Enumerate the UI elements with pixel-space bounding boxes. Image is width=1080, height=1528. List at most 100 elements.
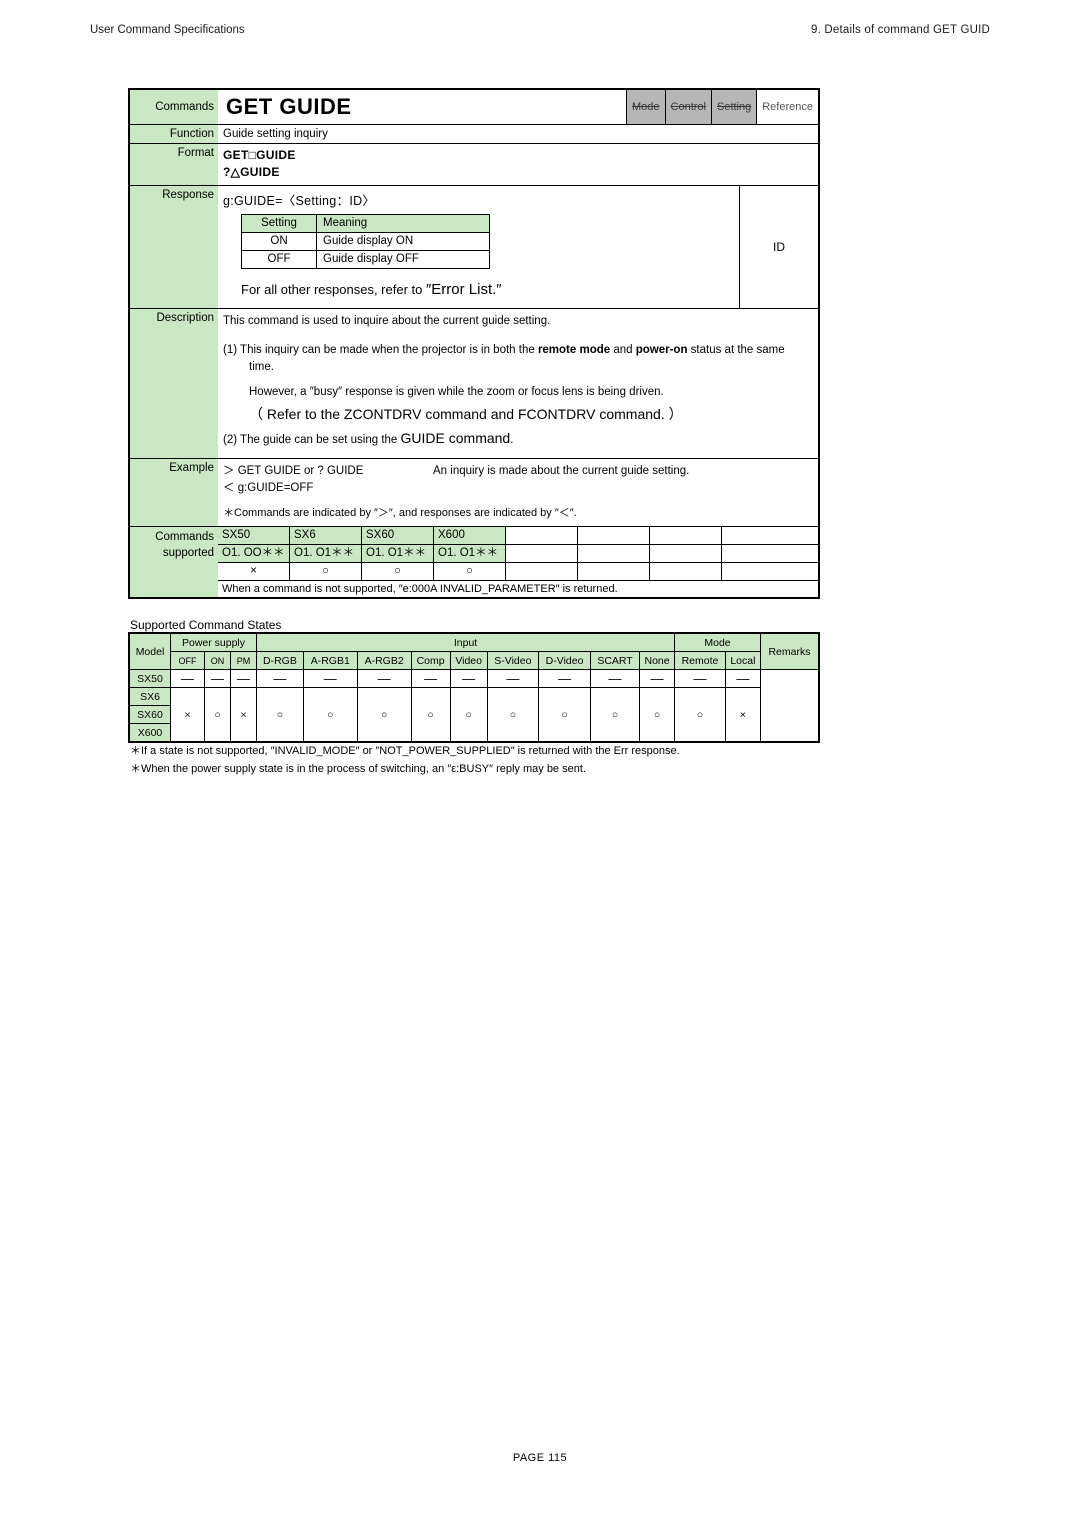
- states-cell: ○: [204, 687, 232, 743]
- col-meaning: Meaning: [316, 213, 490, 233]
- description-busy-note: However, a ″busy″ response is given whil…: [249, 386, 664, 399]
- states-row-model-sx50: SX50: [128, 669, 171, 688]
- states-col-mode: Mode: [674, 632, 761, 652]
- table-row: ON Guide display ON: [241, 231, 490, 251]
- states-cell: —: [724, 669, 761, 688]
- label-example: Example: [130, 458, 218, 526]
- states-col-model: Model: [128, 632, 171, 670]
- supported-blank-4: [722, 527, 794, 544]
- supported-blank-12: [722, 563, 794, 580]
- states-cell: ×: [230, 687, 258, 743]
- states-col-s-video: S-Video: [486, 651, 540, 670]
- states-cell: ○: [638, 687, 676, 743]
- states-col-power-pm: PM: [230, 651, 258, 670]
- states-cell: —: [230, 669, 258, 688]
- response-main: g:GUIDE=〈Setting：ID〉 Setting Meaning ON …: [218, 186, 739, 308]
- states-row-model-sx6: SX6: [128, 687, 171, 706]
- supported-model-sx60: SX60: [362, 526, 434, 544]
- states-cell: —: [169, 669, 206, 688]
- supported-model-x600: X600: [434, 526, 506, 544]
- meaning-off: Guide display OFF: [316, 249, 490, 269]
- states-note-2: ＊When the power supply state is in the p…: [130, 763, 586, 775]
- states-cell: —: [638, 669, 676, 688]
- response-syntax: g:GUIDE=〈Setting：ID〉: [223, 193, 376, 208]
- desc-item1-pre: (1) This inquiry can be made when the pr…: [223, 343, 538, 356]
- response-row: Response g:GUIDE=〈Setting：ID〉 Setting Me…: [130, 185, 818, 309]
- tag-setting: Setting: [710, 90, 757, 124]
- states-cell: ○: [256, 687, 304, 743]
- example-send-row: ＞ GET GUIDE or ? GUIDE An inquiry is mad…: [223, 463, 812, 480]
- label-commands-supported-line1: Commands: [155, 530, 214, 543]
- example-note: ＊Commands are indicated by ″＞″, and resp…: [223, 507, 577, 520]
- description-reference-note: （ Refer to the ZCONTDRV command and FCON…: [249, 406, 683, 423]
- desc-item1-mid: and: [610, 343, 636, 356]
- supported-versions-row: O1. OO＊＊ O1. O1＊＊ O1. O1＊＊ O1. O1＊＊: [218, 544, 818, 563]
- setting-on: ON: [241, 231, 317, 251]
- desc-item2-command: GUIDE command: [400, 429, 511, 446]
- states-col-d-video: D-Video: [538, 651, 592, 670]
- supported-states-table: Model Power supply Input Mode Remarks OF…: [128, 632, 820, 743]
- states-col-power-supply: Power supply: [169, 632, 258, 652]
- states-col-scart: SCART: [590, 651, 640, 670]
- label-response: Response: [130, 185, 218, 308]
- command-title: GET GUIDE: [226, 94, 352, 119]
- error-list-ref: ″Error List.″: [425, 280, 502, 298]
- states-cell: —: [538, 669, 592, 688]
- states-col-remarks: Remarks: [759, 632, 820, 670]
- supported-marks-row: × ○ ○ ○: [218, 562, 818, 581]
- setting-off: OFF: [241, 249, 317, 269]
- supported-blank-5: [506, 544, 578, 562]
- command-sheet-table: Commands GET GUIDE Mode Control Setting …: [128, 88, 820, 599]
- example-send: ＞ GET GUIDE or ? GUIDE: [223, 464, 364, 477]
- table-row: SX6 × ○ × ○ ○ ○ ○ ○ ○ ○ ○ ○ ○ ×: [128, 687, 819, 743]
- supported-blank-1: [506, 526, 578, 544]
- table-row: OFF Guide display OFF: [241, 249, 490, 269]
- tag-control: Control: [664, 90, 711, 124]
- states-cell: —: [410, 669, 451, 688]
- label-commands: Commands: [130, 90, 218, 124]
- response-wrap: g:GUIDE=〈Setting：ID〉 Setting Meaning ON …: [218, 185, 818, 308]
- states-col-power-off: OFF: [169, 651, 206, 670]
- description-line-1: This command is used to inquire about th…: [223, 314, 551, 327]
- label-format: Format: [130, 144, 218, 185]
- example-receive: ＜ g:GUIDE=OFF: [223, 481, 314, 494]
- supported-version-sx50: O1. OO＊＊: [218, 544, 290, 562]
- tag-group: Mode Control Setting Reference: [625, 90, 818, 124]
- states-cell: —: [674, 669, 726, 688]
- supported-blank-2: [578, 526, 650, 544]
- states-col-a-rgb2: A-RGB2: [356, 651, 412, 670]
- states-sub-header-row: OFF ON PM D-RGB A-RGB1 A-RGB2 Comp Video…: [129, 651, 819, 670]
- document-page: User Command Specifications 9. Details o…: [0, 0, 1080, 1528]
- col-setting: Setting: [241, 213, 317, 233]
- states-cell: ×: [724, 687, 761, 743]
- states-cell: ○: [410, 687, 451, 743]
- example-row: Example ＞ GET GUIDE or ? GUIDE An inquir…: [130, 458, 818, 527]
- title-row: Commands GET GUIDE Mode Control Setting …: [130, 90, 818, 125]
- desc-item1-bold-poweron: power-on: [635, 343, 688, 356]
- states-cell: —: [356, 669, 412, 688]
- desc-item2-pre: (2) The guide can be set using the: [223, 433, 401, 446]
- format-cell: GET□GUIDE ?△GUIDE: [218, 144, 818, 185]
- states-group-header-row: Model Power supply Input Mode Remarks: [128, 632, 820, 670]
- states-cell: —: [256, 669, 304, 688]
- supported-mark-x600: ○: [434, 562, 506, 580]
- function-row: Function Guide setting inquiry: [130, 125, 818, 144]
- supported-note-row: When a command is not supported, ″e:000A…: [218, 581, 818, 597]
- states-cell: ○: [538, 687, 592, 743]
- supported-version-sx6: O1. O1＊＊: [290, 544, 362, 562]
- header-left-text: User Command Specifications: [90, 24, 245, 36]
- states-col-remote: Remote: [674, 651, 726, 670]
- states-col-power-on: ON: [204, 651, 232, 670]
- format-row: Format GET□GUIDE ?△GUIDE: [130, 144, 818, 186]
- supported-model-sx6: SX6: [290, 526, 362, 544]
- description-item-1: (1) This inquiry can be made when the pr…: [223, 342, 810, 378]
- states-cell: —: [449, 669, 488, 688]
- meaning-on: Guide display ON: [316, 231, 490, 251]
- supported-mark-sx6: ○: [290, 562, 362, 580]
- example-cell: ＞ GET GUIDE or ? GUIDE An inquiry is mad…: [218, 459, 818, 526]
- supported-version-x600: O1. O1＊＊: [434, 544, 506, 562]
- supported-grid: SX50 SX6 SX60 X600 O1. OO＊＊ O1. O1＊＊ O1.…: [218, 526, 818, 597]
- supported-commands-row: Commands supported SX50 SX6 SX60 X600 O1…: [130, 526, 818, 597]
- states-cell: ×: [169, 687, 206, 743]
- description-item-2: (2) The guide can be set using the GUIDE…: [223, 428, 810, 450]
